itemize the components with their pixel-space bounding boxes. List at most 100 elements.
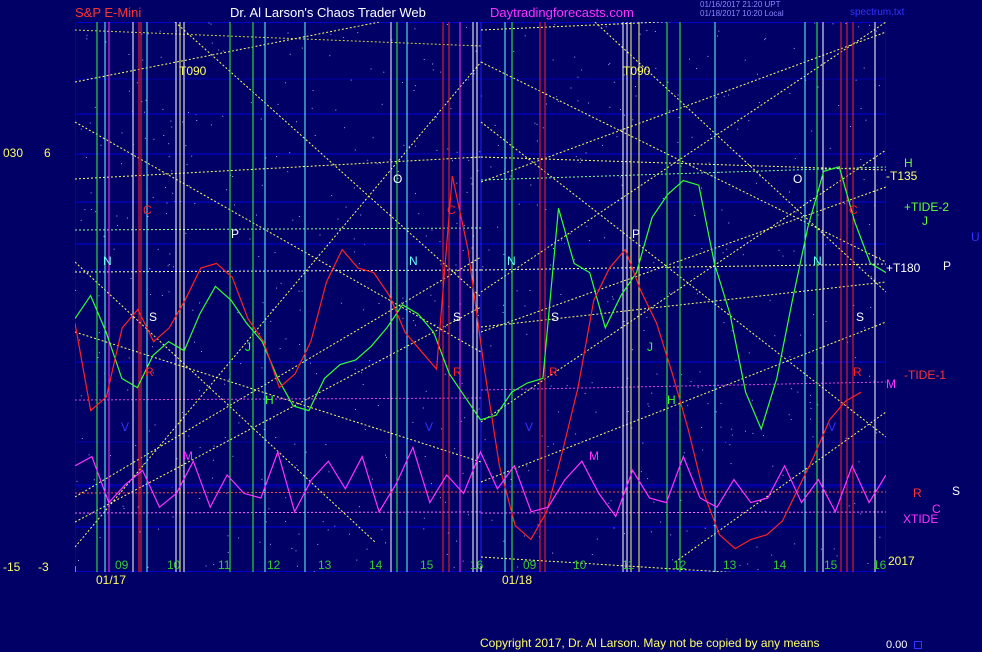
- star-dot: [541, 435, 543, 437]
- star-dot: [212, 477, 213, 479]
- star-dot: [490, 345, 492, 347]
- star-dot: [357, 32, 359, 34]
- star-dot: [256, 214, 257, 216]
- star-dot: [276, 156, 278, 157]
- star-dot: [446, 553, 448, 555]
- star-dot: [401, 302, 402, 304]
- star-dot: [287, 171, 289, 173]
- star-dot: [305, 451, 307, 453]
- star-dot: [268, 508, 270, 510]
- star-dot: [710, 134, 711, 135]
- y-top-left: 030: [3, 146, 24, 160]
- star-dot: [270, 543, 271, 545]
- star-dot: [261, 184, 263, 186]
- star-dot: [570, 87, 572, 89]
- star-dot: [651, 392, 653, 394]
- star-dot: [98, 352, 100, 354]
- star-dot: [595, 411, 597, 413]
- star-dot: [502, 312, 504, 313]
- star-dot: [130, 278, 132, 279]
- star-dot: [554, 23, 556, 25]
- trend-line: [480, 511, 886, 514]
- star-dot: [850, 126, 852, 127]
- star-dot: [208, 22, 210, 24]
- star-dot: [782, 255, 784, 257]
- copyright: Copyright 2017, Dr. Al Larson. May not b…: [480, 636, 820, 650]
- star-dot: [289, 152, 291, 154]
- star-dot: [858, 461, 860, 463]
- star-dot: [575, 156, 577, 158]
- star-dot: [211, 124, 212, 126]
- site-link[interactable]: Daytradingforecasts.com: [490, 6, 634, 20]
- star-dot: [287, 32, 289, 34]
- star-dot: [423, 59, 425, 60]
- label-J: J: [922, 214, 928, 228]
- star-dot: [196, 120, 198, 121]
- star-dot: [439, 241, 441, 243]
- star-dot: [624, 114, 625, 116]
- star-dot: [194, 341, 195, 343]
- star-dot: [316, 373, 317, 375]
- star-dot: [722, 252, 724, 254]
- star-dot: [337, 218, 339, 220]
- star-dot: [161, 295, 163, 296]
- label-M: M: [886, 377, 896, 391]
- star-dot: [756, 182, 757, 184]
- star-dot: [584, 393, 586, 394]
- star-dot: [702, 449, 704, 451]
- star-dot: [78, 560, 79, 562]
- star-dot: [608, 64, 610, 66]
- hour-tick-label: 15: [420, 558, 434, 572]
- star-dot: [424, 456, 426, 457]
- star-dot: [249, 238, 251, 240]
- star-dot: [188, 435, 190, 437]
- star-dot: [172, 266, 174, 268]
- star-dot: [298, 533, 300, 535]
- star-dot: [604, 237, 605, 239]
- hour-tick-label: 16: [470, 558, 484, 572]
- star-dot: [81, 438, 83, 439]
- star-dot: [176, 458, 178, 460]
- star-dot: [788, 414, 790, 416]
- star-dot: [171, 126, 173, 128]
- star-dot: [453, 566, 455, 568]
- star-dot: [863, 67, 865, 69]
- star-dot: [876, 30, 878, 32]
- star-dot: [213, 564, 215, 566]
- star-dot: [385, 542, 386, 544]
- star-dot: [355, 409, 356, 410]
- star-dot: [369, 360, 371, 362]
- star-dot: [821, 362, 823, 364]
- star-dot: [367, 159, 369, 161]
- star-dot: [103, 235, 105, 237]
- star-dot: [185, 232, 187, 234]
- star-dot: [328, 471, 330, 473]
- star-dot: [745, 430, 746, 432]
- star-dot: [377, 405, 379, 406]
- star-dot: [728, 94, 730, 96]
- star-dot: [490, 166, 492, 168]
- star-dot: [865, 119, 867, 121]
- trend-line: [75, 256, 482, 498]
- marker-letter: N: [507, 254, 516, 268]
- label-R: R: [913, 486, 922, 500]
- star-dot: [778, 249, 780, 251]
- star-dot: [550, 385, 552, 387]
- star-dot: [415, 324, 416, 326]
- star-dot: [440, 263, 442, 265]
- star-dot: [621, 184, 623, 186]
- star-dot: [731, 330, 733, 332]
- star-dot: [232, 455, 234, 457]
- star-dot: [402, 82, 404, 83]
- star-dot: [718, 30, 720, 32]
- star-dot: [314, 135, 316, 136]
- hour-tick-label: 13: [318, 558, 332, 572]
- star-dot: [462, 472, 464, 474]
- star-dot: [484, 439, 486, 441]
- star-dot: [774, 335, 776, 337]
- star-dot: [475, 50, 477, 52]
- star-dot: [121, 132, 123, 134]
- star-dot: [556, 96, 558, 98]
- star-dot: [121, 163, 122, 165]
- star-dot: [224, 437, 226, 438]
